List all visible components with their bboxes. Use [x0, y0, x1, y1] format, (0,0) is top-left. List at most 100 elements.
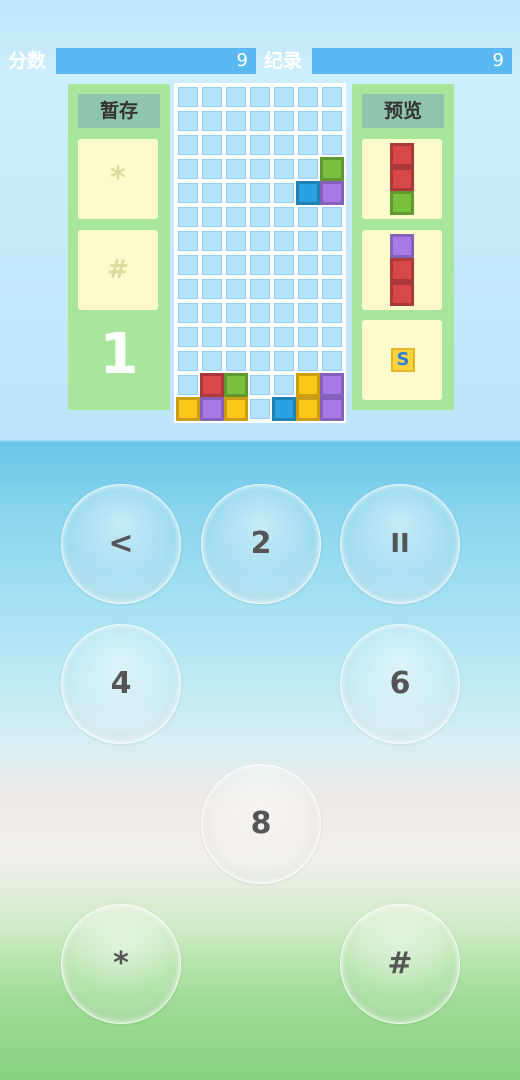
placed-block [176, 397, 200, 421]
board-cell [298, 279, 318, 299]
board-cell [178, 375, 198, 395]
board-cell [178, 231, 198, 251]
board-cell [178, 303, 198, 323]
board-cell [250, 135, 270, 155]
board-cell [250, 279, 270, 299]
preview-slot-3: S [362, 320, 442, 400]
board-cell [226, 255, 246, 275]
preview-block [390, 258, 414, 282]
board-cell [226, 327, 246, 347]
board-cell [274, 207, 294, 227]
preview-title: 预览 [362, 94, 444, 128]
board-cell [226, 159, 246, 179]
pause-button-label: II [390, 529, 410, 559]
back-button[interactable]: < [61, 484, 181, 604]
board-cell [322, 207, 342, 227]
placed-block [320, 373, 344, 397]
board-cell [250, 375, 270, 395]
board-cell [226, 303, 246, 323]
move-left-button[interactable]: 4 [61, 624, 181, 744]
board-cell [274, 279, 294, 299]
board-cell [202, 183, 222, 203]
preview-slot-1 [362, 139, 442, 219]
board-cell [298, 351, 318, 371]
board-cell [202, 279, 222, 299]
board-cell [250, 327, 270, 347]
board-cell [322, 303, 342, 323]
board-cell [226, 207, 246, 227]
record-value: 9 [312, 48, 512, 74]
score-value: 9 [56, 48, 256, 74]
placed-block [200, 397, 224, 421]
hold-slot-hash-symbol: # [107, 255, 129, 285]
move-right-button[interactable]: 6 [340, 624, 460, 744]
preview-block [390, 167, 414, 191]
drop-button[interactable]: 8 [201, 764, 321, 884]
board-cell [250, 231, 270, 251]
placed-block [200, 373, 224, 397]
move-left-button-label: 4 [110, 666, 132, 701]
board-cell [178, 327, 198, 347]
board-cell [250, 255, 270, 275]
board-cell [178, 135, 198, 155]
board-cell [202, 327, 222, 347]
board-cell [178, 87, 198, 107]
rotate-button-label: 2 [250, 526, 272, 561]
board-cell [322, 87, 342, 107]
board-cell [322, 255, 342, 275]
board-cell [226, 87, 246, 107]
board-cell [226, 351, 246, 371]
board-cell [202, 87, 222, 107]
score-label: 分数 [8, 50, 47, 72]
pause-button[interactable]: II [340, 484, 460, 604]
board-cell [298, 207, 318, 227]
board-cell [298, 231, 318, 251]
board-cell [274, 135, 294, 155]
hold-slot-star: * [78, 139, 158, 219]
board-cell [250, 351, 270, 371]
drop-button-label: 8 [250, 806, 272, 841]
board-cell [202, 207, 222, 227]
board-cell [250, 159, 270, 179]
board-cell [322, 279, 342, 299]
placed-block [296, 373, 320, 397]
board-cell [322, 351, 342, 371]
board-cell [226, 111, 246, 131]
board-cell [298, 87, 318, 107]
board-cell [250, 87, 270, 107]
hold-slot-star-symbol: * [110, 161, 126, 196]
board-cell [250, 303, 270, 323]
board-cell [226, 279, 246, 299]
placed-block [320, 397, 344, 421]
board-cell [178, 279, 198, 299]
board-cell [274, 231, 294, 251]
preview-block [390, 143, 414, 167]
board-cell [202, 231, 222, 251]
board-cell [178, 111, 198, 131]
board-cell [298, 159, 318, 179]
board-cell [274, 303, 294, 323]
board-cell [202, 159, 222, 179]
board-cell [202, 255, 222, 275]
board-cell [274, 327, 294, 347]
placed-block [224, 397, 248, 421]
board-cell [298, 135, 318, 155]
board-cell [274, 375, 294, 395]
board-cell [274, 351, 294, 371]
star-button[interactable]: * [61, 904, 181, 1024]
hash-button[interactable]: # [340, 904, 460, 1024]
rotate-button[interactable]: 2 [201, 484, 321, 604]
board-cell [250, 207, 270, 227]
board-cell [322, 231, 342, 251]
board-cell [178, 255, 198, 275]
hash-button-label: # [387, 946, 413, 981]
board-cell [202, 303, 222, 323]
board-cell [298, 327, 318, 347]
board-cell [250, 111, 270, 131]
board-cell [322, 111, 342, 131]
preview-slot-2 [362, 230, 442, 310]
placed-block [320, 181, 344, 205]
star-button-label: * [113, 946, 129, 981]
placed-block [320, 157, 344, 181]
bonus-s-tile: S [391, 348, 415, 372]
